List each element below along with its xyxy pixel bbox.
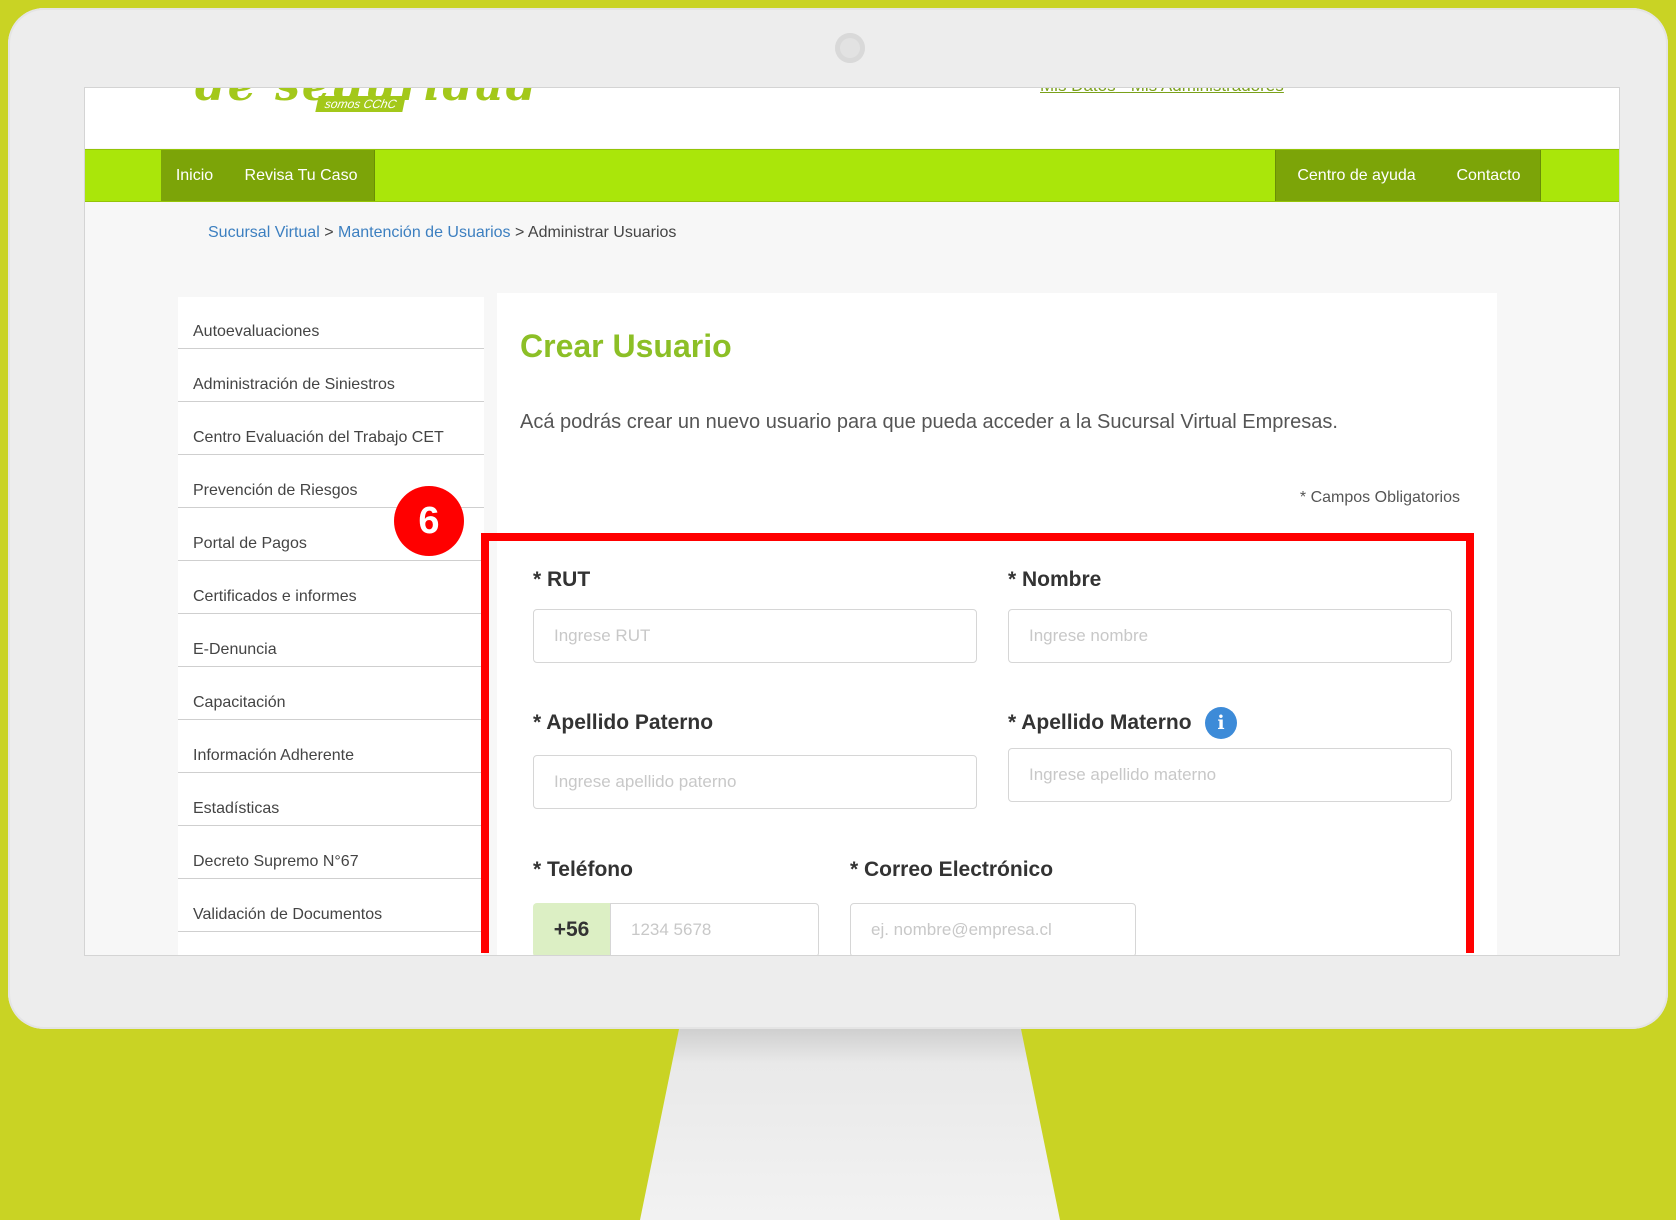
page-title: Crear Usuario bbox=[520, 328, 732, 364]
sidebar-item-certificados[interactable]: Certificados e informes bbox=[178, 562, 484, 614]
monitor-stand bbox=[640, 1029, 1060, 1220]
mis-datos-link[interactable]: Mis Datos bbox=[1040, 88, 1116, 95]
sidebar-item-autoevaluaciones[interactable]: Autoevaluaciones bbox=[178, 297, 484, 349]
nav-centro-de-ayuda[interactable]: Centro de ayuda bbox=[1275, 150, 1438, 201]
mis-administradores-link[interactable]: Mis Administradores bbox=[1131, 88, 1284, 95]
sidebar-item-informacion-adherente[interactable]: Información Adherente bbox=[178, 721, 484, 773]
sidebar-item-validacion-documentos[interactable]: Validación de Documentos bbox=[178, 880, 484, 932]
sidebar-item-administracion-siniestros[interactable]: Administración de Siniestros bbox=[178, 350, 484, 402]
nav-contacto[interactable]: Contacto bbox=[1437, 150, 1541, 201]
logo-tagline: somos CChC bbox=[315, 96, 407, 112]
sidebar-item-centro-evaluacion[interactable]: Centro Evaluación del Trabajo CET bbox=[178, 403, 484, 455]
camera-icon bbox=[835, 33, 865, 63]
step-number-badge: 6 bbox=[394, 486, 464, 556]
required-fields-note: * Campos Obligatorios bbox=[1299, 489, 1460, 506]
link-separator: - bbox=[1116, 88, 1131, 95]
sidebar-item-decreto-supremo[interactable]: Decreto Supremo N°67 bbox=[178, 827, 484, 879]
annotation-highlight-frame bbox=[481, 533, 1474, 953]
sidebar-item-capacitacion[interactable]: Capacitación bbox=[178, 668, 484, 720]
sidebar-menu: Autoevaluaciones Administración de Sinie… bbox=[178, 297, 484, 955]
main-nav: Inicio Revisa Tu Caso Centro de ayuda Co… bbox=[85, 149, 1619, 202]
breadcrumb: Sucursal Virtual > Mantención de Usuario… bbox=[208, 224, 676, 242]
breadcrumb-separator: > bbox=[319, 224, 338, 241]
header: de seguridad somos CChC Mis Datos - Mis … bbox=[85, 88, 1619, 148]
sidebar-item-e-denuncia[interactable]: E-Denuncia bbox=[178, 615, 484, 667]
nav-inicio[interactable]: Inicio bbox=[161, 150, 229, 201]
account-links: Mis Datos - Mis Administradores bbox=[1040, 88, 1284, 96]
breadcrumb-separator: > bbox=[510, 224, 528, 241]
breadcrumb-current: Administrar Usuarios bbox=[527, 224, 677, 241]
sidebar-item-estadisticas[interactable]: Estadísticas bbox=[178, 774, 484, 826]
breadcrumb-sucursal-virtual[interactable]: Sucursal Virtual bbox=[208, 224, 320, 241]
page-description: Acá podrás crear un nuevo usuario para q… bbox=[520, 411, 1338, 433]
nav-revisa-tu-caso[interactable]: Revisa Tu Caso bbox=[228, 150, 375, 201]
breadcrumb-mantencion-usuarios[interactable]: Mantención de Usuarios bbox=[338, 224, 511, 241]
